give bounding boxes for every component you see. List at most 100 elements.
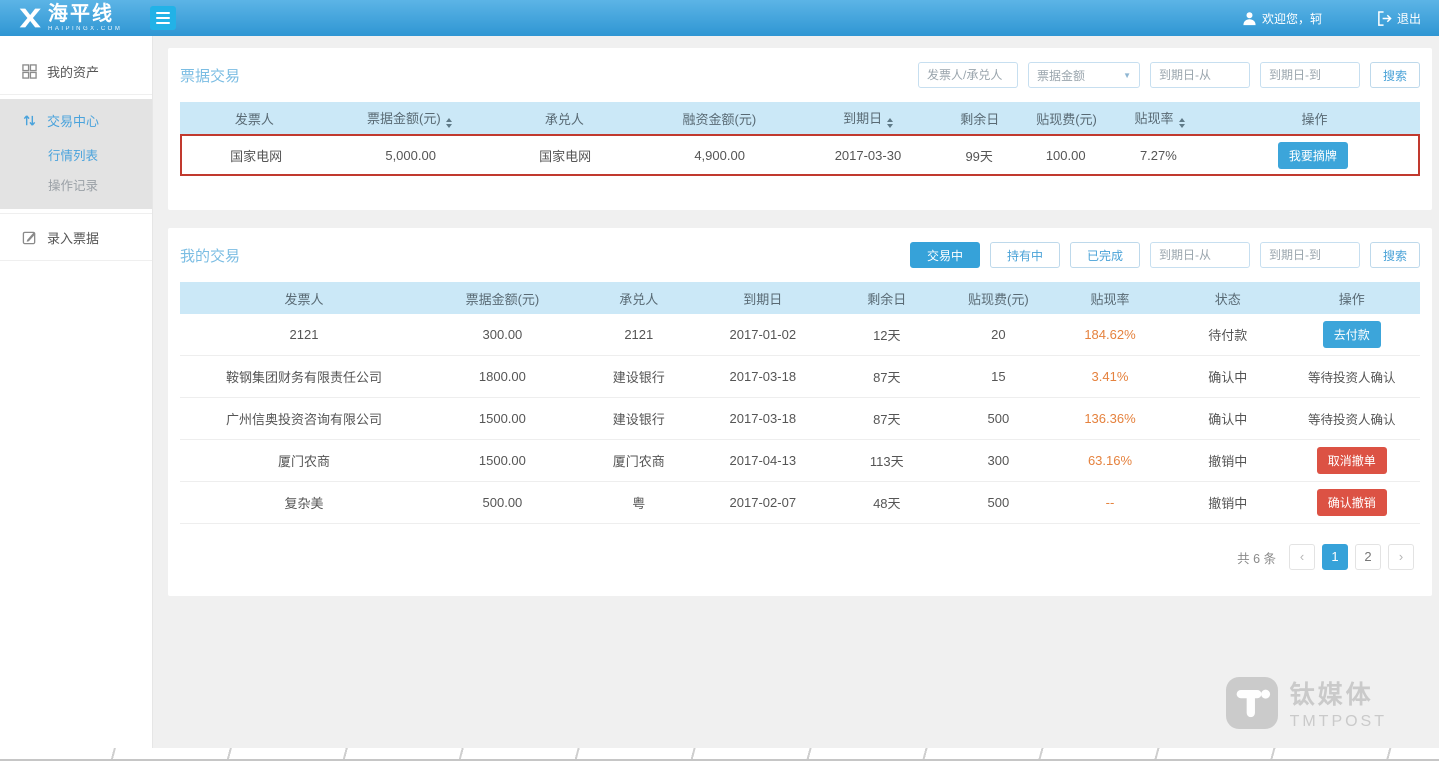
days-left-cell: 12天 bbox=[825, 325, 949, 344]
table-row: 广州信奥投资咨询有限公司 1500.00 建设银行 2017-03-18 87天… bbox=[180, 398, 1420, 440]
bill-amount-cell: 300.00 bbox=[428, 327, 577, 342]
table-row: 2121 300.00 2121 2017-01-02 12天 20 184.6… bbox=[180, 314, 1420, 356]
my-trades-title: 我的交易 bbox=[180, 245, 240, 266]
sort-icon bbox=[887, 118, 893, 128]
due-date-cell: 2017-03-30 bbox=[800, 148, 936, 163]
discount-rate-cell: 136.36% bbox=[1048, 411, 1172, 426]
column-header: 状态 bbox=[1172, 289, 1284, 308]
bill-amount-cell: 5,000.00 bbox=[330, 148, 491, 163]
trades-due-to-input[interactable] bbox=[1260, 242, 1360, 268]
due-to-input[interactable] bbox=[1260, 62, 1360, 88]
table-row: 复杂美 500.00 粤 2017-02-07 48天 500 -- 撤销中 确… bbox=[180, 482, 1420, 524]
logout-label: 退出 bbox=[1397, 10, 1421, 27]
column-header-sortable[interactable]: 票据金额(元) bbox=[329, 108, 490, 128]
issuer-cell: 2121 bbox=[180, 327, 428, 342]
tab-trading[interactable]: 交易中 bbox=[910, 242, 980, 268]
bill-market-panel: 票据交易 票据金额 ▼ 搜索 发票人 bbox=[168, 48, 1432, 210]
delist-button[interactable]: 我要摘牌 bbox=[1278, 142, 1348, 169]
column-header: 剩余日 bbox=[936, 109, 1023, 128]
due-date-cell: 2017-02-07 bbox=[701, 495, 825, 510]
days-left-cell: 87天 bbox=[825, 367, 949, 386]
discount-rate-cell: 7.27% bbox=[1109, 148, 1208, 163]
due-date-cell: 2017-04-13 bbox=[701, 453, 825, 468]
bill-amount-cell: 1500.00 bbox=[428, 411, 577, 426]
divider bbox=[0, 94, 152, 95]
acceptor-cell: 国家电网 bbox=[491, 146, 639, 165]
discount-fee-cell: 100.00 bbox=[1022, 148, 1109, 163]
sidebar-item-trade-center[interactable]: 交易中心 bbox=[0, 101, 152, 139]
column-header: 承兑人 bbox=[490, 109, 639, 128]
days-left-cell: 99天 bbox=[936, 146, 1023, 165]
discount-fee-cell: 300 bbox=[949, 453, 1048, 468]
pay-button[interactable]: 去付款 bbox=[1323, 321, 1381, 348]
due-date-cell: 2017-03-18 bbox=[701, 369, 825, 384]
torn-edge-decoration bbox=[0, 748, 1439, 761]
trades-due-from-input[interactable] bbox=[1150, 242, 1250, 268]
days-left-cell: 87天 bbox=[825, 409, 949, 428]
due-from-input[interactable] bbox=[1150, 62, 1250, 88]
finance-amount-cell: 4,900.00 bbox=[639, 148, 800, 163]
total-count: 共 6 条 bbox=[1237, 548, 1276, 567]
bill-market-table-header: 发票人 票据金额(元) 承兑人 融资金额(元) 到期日 剩余日 贴现费(元) 贴… bbox=[180, 102, 1420, 134]
sidebar-item-market-list[interactable]: 行情列表 bbox=[0, 139, 152, 169]
page-2-button[interactable]: 2 bbox=[1355, 544, 1381, 570]
sidebar-item-my-assets[interactable]: 我的资产 bbox=[0, 52, 152, 90]
discount-fee-cell: 15 bbox=[949, 369, 1048, 384]
issuer-acceptor-input[interactable] bbox=[918, 62, 1018, 88]
tmtpost-watermark: 钛媒体 TMTPOST bbox=[1226, 675, 1387, 731]
menu-toggle-button[interactable] bbox=[150, 6, 176, 30]
awaiting-investor-text: 等待投资人确认 bbox=[1308, 413, 1396, 427]
issuer-cell: 广州信奥投资咨询有限公司 bbox=[180, 409, 428, 428]
sidebar-item-enter-bill[interactable]: 录入票据 bbox=[0, 218, 152, 256]
logout-button[interactable]: 退出 bbox=[1377, 10, 1421, 27]
bill-amount-cell: 1500.00 bbox=[428, 453, 577, 468]
column-header: 贴现费(元) bbox=[949, 289, 1048, 308]
table-row: 鞍钢集团财务有限责任公司 1800.00 建设银行 2017-03-18 87天… bbox=[180, 356, 1420, 398]
sidebar-item-operation-log[interactable]: 操作记录 bbox=[0, 169, 152, 199]
brand-logo[interactable]: 海平线 HAIPINGX.COM bbox=[18, 4, 122, 32]
column-header-sortable[interactable]: 到期日 bbox=[800, 108, 936, 128]
discount-rate-cell: 3.41% bbox=[1048, 369, 1172, 384]
sidebar-label-trade-center: 交易中心 bbox=[47, 111, 99, 130]
status-cell: 待付款 bbox=[1172, 325, 1284, 344]
watermark-cn: 钛媒体 bbox=[1290, 675, 1387, 711]
column-header-sortable[interactable]: 贴现率 bbox=[1110, 108, 1209, 128]
status-cell: 撤销中 bbox=[1172, 493, 1284, 512]
bill-amount-cell: 500.00 bbox=[428, 495, 577, 510]
welcome-text: 欢迎您，轲 bbox=[1262, 10, 1322, 27]
logout-icon bbox=[1377, 11, 1392, 26]
tab-holding[interactable]: 持有中 bbox=[990, 242, 1060, 268]
sort-icon bbox=[1179, 118, 1185, 128]
divider bbox=[0, 213, 152, 214]
page-1-button[interactable]: 1 bbox=[1322, 544, 1348, 570]
column-header: 融资金额(元) bbox=[639, 109, 800, 128]
top-navbar: 海平线 HAIPINGX.COM 欢迎您，轲 退出 bbox=[0, 0, 1439, 36]
acceptor-cell: 粤 bbox=[577, 493, 701, 512]
next-page-button[interactable]: › bbox=[1388, 544, 1414, 570]
due-date-cell: 2017-01-02 bbox=[701, 327, 825, 342]
user-welcome[interactable]: 欢迎您，轲 bbox=[1242, 10, 1322, 27]
discount-fee-cell: 500 bbox=[949, 495, 1048, 510]
prev-page-button[interactable]: ‹ bbox=[1289, 544, 1315, 570]
sidebar-group-trade-center: 交易中心 行情列表 操作记录 bbox=[0, 99, 152, 209]
trades-search-button[interactable]: 搜索 bbox=[1370, 242, 1420, 268]
brand-x-icon bbox=[18, 6, 42, 30]
bill-market-title: 票据交易 bbox=[180, 65, 240, 86]
column-header: 发票人 bbox=[180, 109, 329, 128]
column-header: 贴现率 bbox=[1048, 289, 1172, 308]
acceptor-cell: 厦门农商 bbox=[577, 451, 701, 470]
amount-select[interactable]: 票据金额 ▼ bbox=[1028, 62, 1140, 88]
tab-completed[interactable]: 已完成 bbox=[1070, 242, 1140, 268]
awaiting-investor-text: 等待投资人确认 bbox=[1308, 371, 1396, 385]
search-button[interactable]: 搜索 bbox=[1370, 62, 1420, 88]
divider bbox=[0, 260, 152, 261]
issuer-cell: 复杂美 bbox=[180, 493, 428, 512]
cancel-withdraw-button[interactable]: 取消撤单 bbox=[1317, 447, 1387, 474]
amount-select-value: 票据金额 bbox=[1037, 67, 1085, 84]
days-left-cell: 113天 bbox=[825, 451, 949, 470]
status-cell: 撤销中 bbox=[1172, 451, 1284, 470]
confirm-withdraw-button[interactable]: 确认撤销 bbox=[1317, 489, 1387, 516]
issuer-cell: 厦门农商 bbox=[180, 451, 428, 470]
tmtpost-logo-icon bbox=[1226, 677, 1278, 729]
column-header: 剩余日 bbox=[825, 289, 949, 308]
